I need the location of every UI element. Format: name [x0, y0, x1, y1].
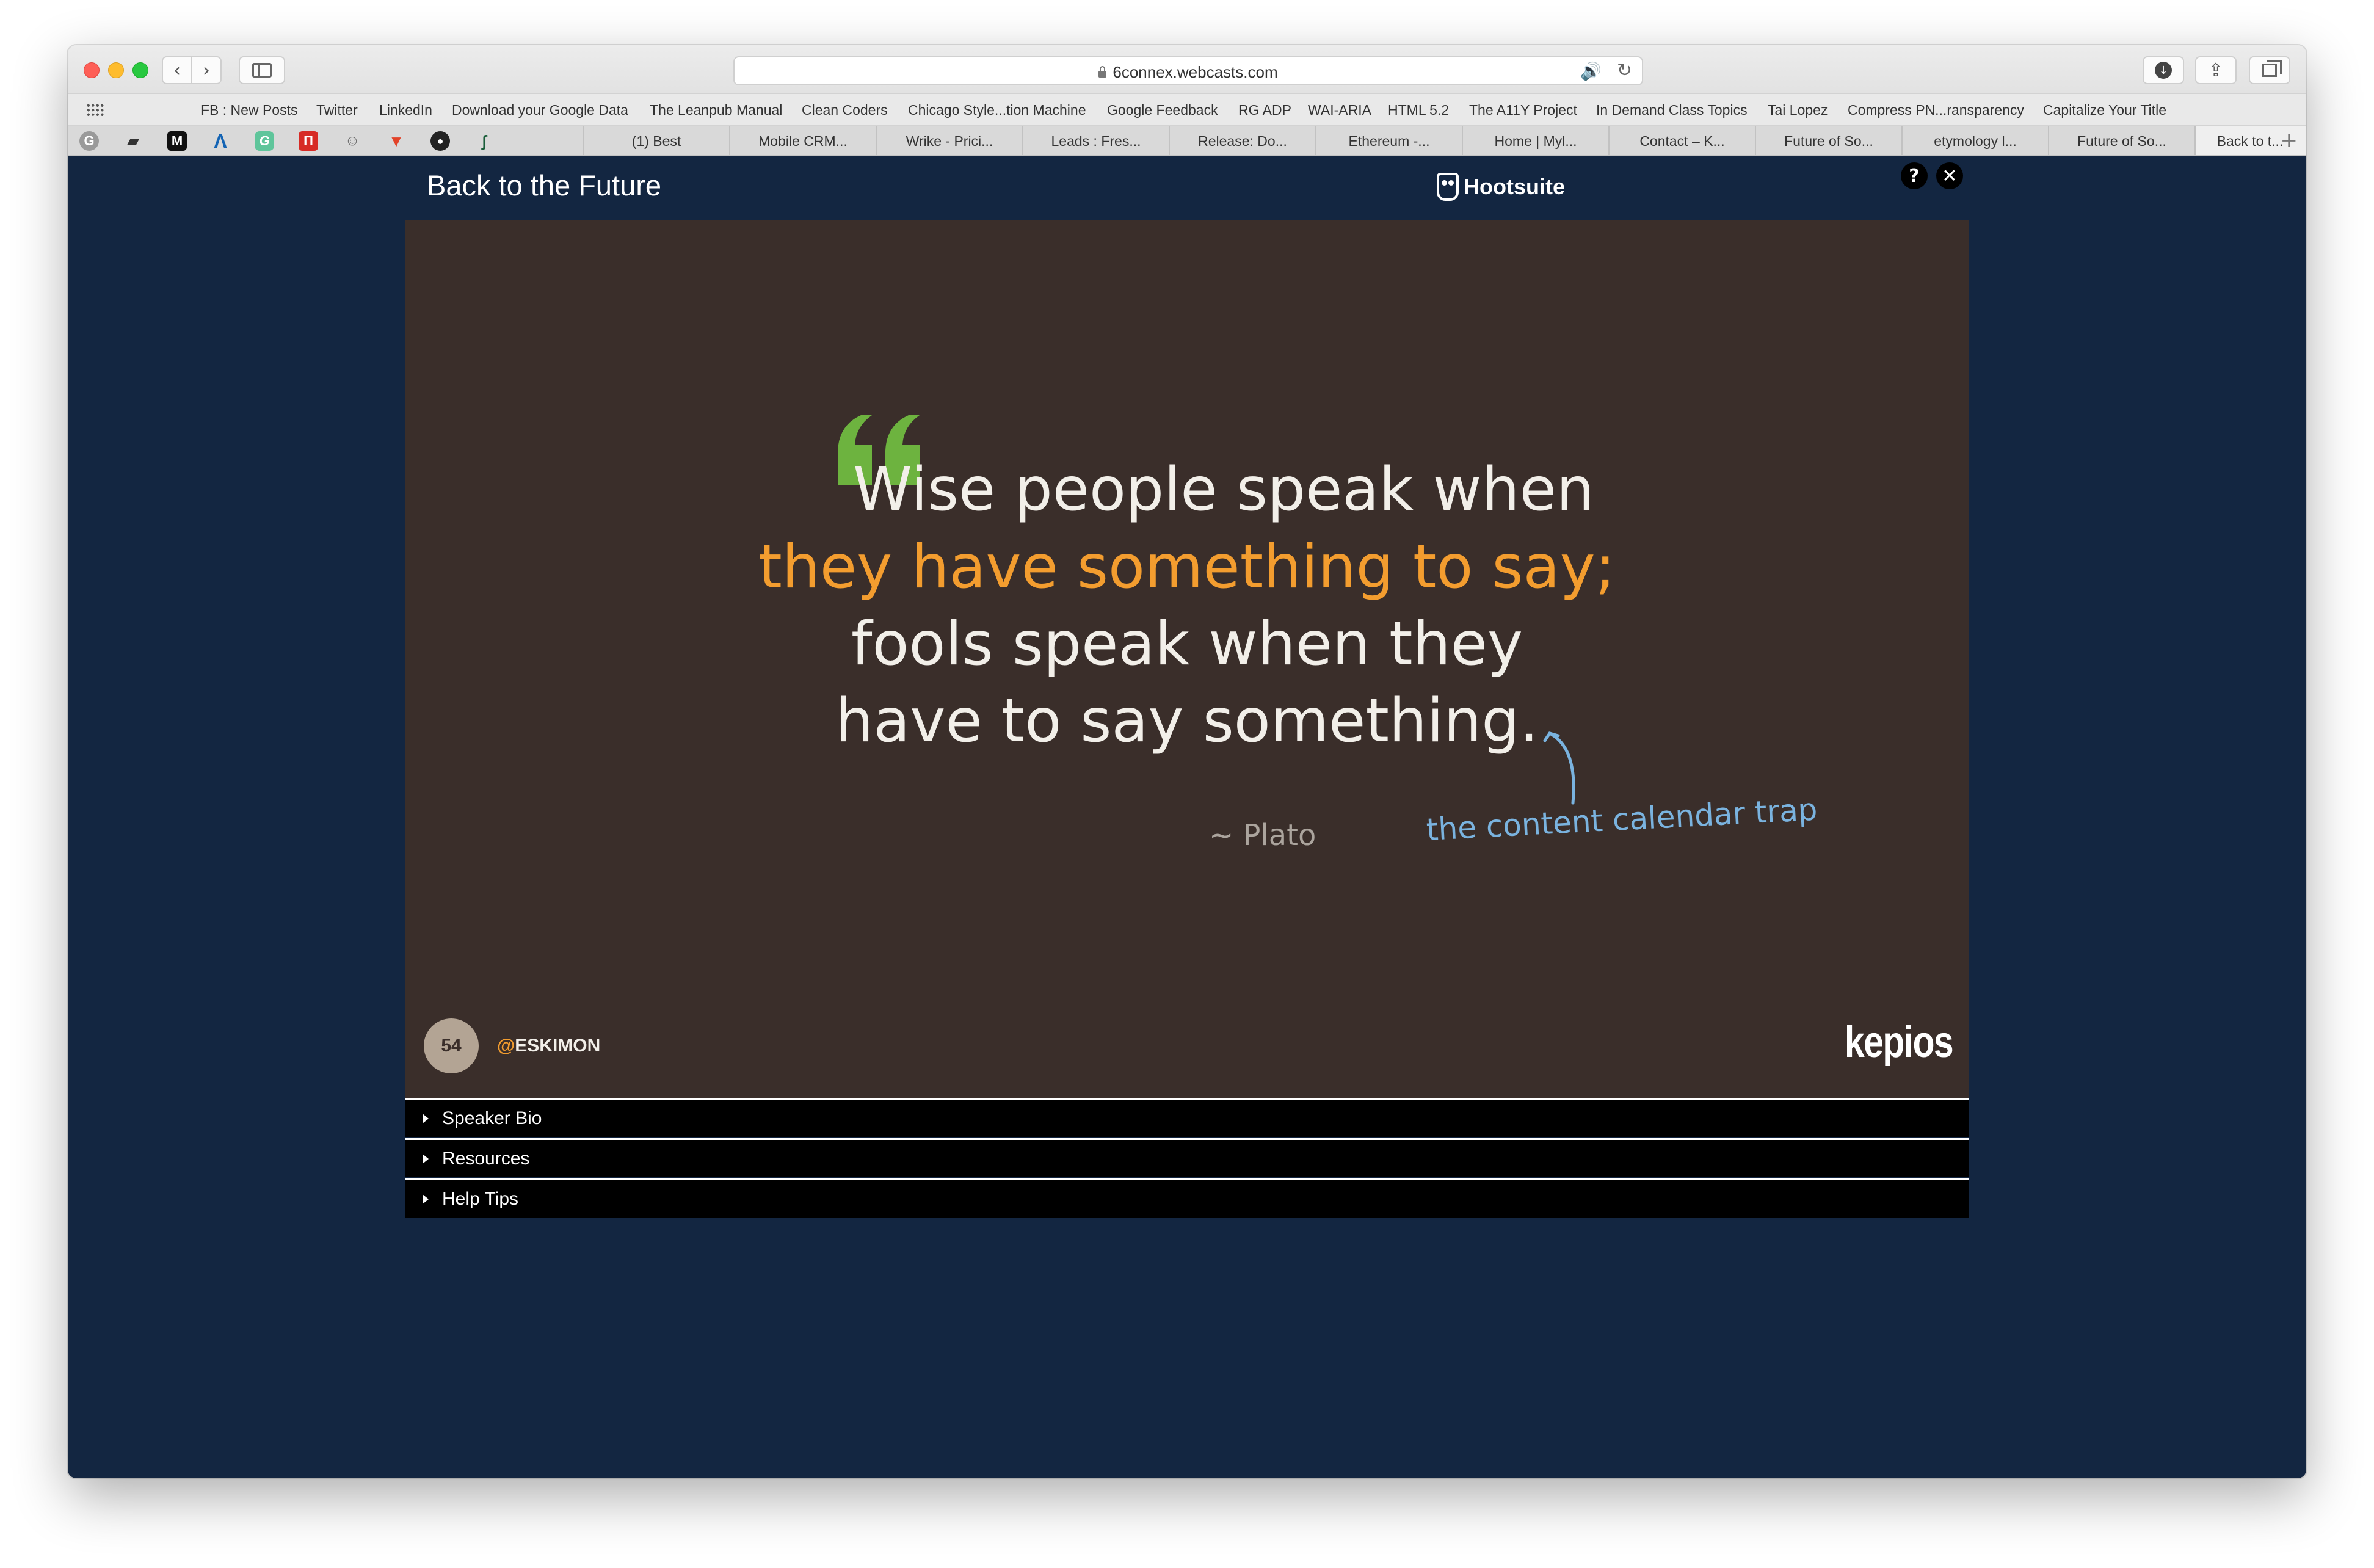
share-button[interactable]: ⇪: [2195, 56, 2237, 84]
minimize-window-button[interactable]: [108, 62, 124, 78]
bookmark-in-demand[interactable]: In Demand Class Topics: [1596, 102, 1748, 118]
bookmark-compress-png[interactable]: Compress PN...ransparency: [1848, 102, 2024, 118]
gitlab-icon[interactable]: ▼: [387, 131, 406, 151]
grammarly-icon[interactable]: G: [79, 131, 99, 151]
quote-line-4: have to say something.: [835, 686, 1539, 756]
forward-button[interactable]: ›: [191, 56, 222, 84]
chevron-right-icon: ›: [203, 59, 210, 81]
disclosure-triangle-icon: [423, 1154, 429, 1164]
resources-toggle[interactable]: Resources: [405, 1138, 1969, 1177]
kepios-logo: kepios: [1844, 1018, 1954, 1067]
bookmark-chicago-style[interactable]: Chicago Style...tion Machine: [908, 102, 1086, 118]
grammarly-g-icon[interactable]: G: [255, 131, 274, 151]
bookmark-capitalize-title[interactable]: Capitalize Your Title: [2043, 102, 2166, 118]
bookmark-a11y-project[interactable]: The A11Y Project: [1469, 102, 1577, 118]
quote-line-1: Wise people speak when: [853, 455, 1594, 524]
speaker-bio-toggle[interactable]: Speaker Bio: [405, 1098, 1969, 1137]
tab-2[interactable]: Wrike - Prici...: [876, 126, 1022, 155]
browser-toolbar: ‹ › 6connex.webcasts.com 🔊 ↻ ↓ ⇪: [68, 45, 2306, 94]
slide-number-badge: 54: [424, 1018, 479, 1073]
download-icon: ↓: [2155, 62, 2172, 79]
medium-icon[interactable]: M: [167, 131, 187, 151]
quote-line-3: fools speak when they: [851, 609, 1523, 679]
quote-line-2: they have something to say;: [758, 532, 1616, 602]
presentation-slide: Wise people speak when they have somethi…: [405, 220, 1969, 1098]
bookmark-html52[interactable]: HTML 5.2: [1388, 102, 1449, 118]
quote-attribution: ~ Plato: [1209, 818, 1316, 852]
close-window-button[interactable]: [84, 62, 100, 78]
page-title: Back to the Future: [427, 169, 662, 201]
bookmark-leanpub[interactable]: The Leanpub Manual: [650, 102, 782, 118]
disclosure-triangle-icon: [423, 1194, 429, 1204]
bookmark-rg-adp[interactable]: RG ADP: [1238, 102, 1291, 118]
bookmark-clean-coders[interactable]: Clean Coders: [802, 102, 888, 118]
bookmarks-bar: FB : New Posts Twitter LinkedIn Download…: [68, 94, 2306, 126]
sidebar-icon: [252, 63, 272, 78]
back-button[interactable]: ‹: [162, 56, 192, 84]
bookmark-tai-lopez[interactable]: Tai Lopez: [1768, 102, 1828, 118]
github-icon[interactable]: ●: [430, 131, 450, 151]
autodesk-icon[interactable]: Λ: [211, 130, 230, 152]
tab-8[interactable]: Future of So...: [1755, 126, 1901, 155]
zoom-window-button[interactable]: [132, 62, 148, 78]
bookmark-wai-aria[interactable]: WAI-ARIA: [1308, 102, 1371, 118]
speaker-bio-label: Speaker Bio: [442, 1108, 542, 1128]
bookmark-google-data[interactable]: Download your Google Data: [452, 102, 628, 118]
address-bar[interactable]: 6connex.webcasts.com 🔊 ↻: [733, 56, 1643, 85]
apps-grid-icon[interactable]: [86, 103, 104, 117]
help-tips-label: Help Tips: [442, 1189, 519, 1209]
brand-text: Hootsuite: [1464, 174, 1565, 199]
handle-text: ESKIMON: [515, 1036, 601, 1056]
reload-icon[interactable]: ↻: [1617, 60, 1632, 81]
help-button[interactable]: ?: [1901, 162, 1928, 189]
tab-0[interactable]: (1) Best: [583, 126, 729, 155]
downloads-button[interactable]: ↓: [2143, 56, 2184, 84]
lock-icon: [1098, 66, 1107, 78]
bookmark-google-feedback[interactable]: Google Feedback: [1107, 102, 1218, 118]
tab-5[interactable]: Ethereum -...: [1315, 126, 1462, 155]
bookmark-linkedin[interactable]: LinkedIn: [379, 102, 432, 118]
hootsuite-logo: Hootsuite: [1437, 169, 1565, 205]
sidebar-toggle-button[interactable]: [239, 56, 285, 84]
help-tips-toggle[interactable]: Help Tips: [405, 1178, 1969, 1218]
close-button[interactable]: ✕: [1936, 162, 1963, 189]
handle-at-symbol: @: [497, 1036, 515, 1056]
chevron-left-icon: ‹: [173, 59, 181, 81]
bookmark-fb-new-posts[interactable]: FB : New Posts: [201, 102, 297, 118]
author-handle: @ESKIMON: [497, 1036, 600, 1056]
tab-active-label: Back to t...: [2216, 133, 2284, 149]
tab-9[interactable]: etymology l...: [1901, 126, 2048, 155]
new-tab-icon[interactable]: +: [2281, 128, 2298, 153]
disclosure-triangle-icon: [423, 1114, 429, 1123]
owl-icon: [1437, 173, 1459, 201]
tab-6[interactable]: Home | Myl...: [1462, 126, 1608, 155]
resources-label: Resources: [442, 1149, 530, 1169]
browser-window: ‹ › 6connex.webcasts.com 🔊 ↻ ↓ ⇪ FB : Ne…: [68, 45, 2306, 1478]
bookmark-twitter[interactable]: Twitter: [316, 102, 358, 118]
todoist-icon[interactable]: П: [299, 131, 318, 151]
alien-icon[interactable]: ☺: [343, 131, 362, 151]
tab-7[interactable]: Contact – K...: [1608, 126, 1755, 155]
tab-overview-button[interactable]: [2249, 56, 2290, 84]
tab-strip: G ▰ M Λ G П ☺ ▼ ● ʃ (1) Best Mobile CRM.…: [68, 126, 2306, 156]
tab-overview-icon: [2262, 60, 2282, 77]
audio-playing-icon[interactable]: 🔊: [1580, 61, 1602, 81]
slide-annotation: the content calendar trap: [1425, 791, 1818, 848]
fancy-icon[interactable]: ʃ: [474, 131, 494, 151]
tab-4[interactable]: Release: Do...: [1169, 126, 1315, 155]
url-text: 6connex.webcasts.com: [1113, 63, 1278, 81]
tab-1[interactable]: Mobile CRM...: [729, 126, 876, 155]
tab-3[interactable]: Leads : Fres...: [1022, 126, 1169, 155]
webcast-page: Back to the Future Hootsuite ? ✕ Wise pe…: [68, 156, 2306, 1478]
reader-icon[interactable]: ▰: [123, 131, 143, 151]
tab-10[interactable]: Future of So...: [2048, 126, 2194, 155]
share-icon: ⇪: [2208, 59, 2224, 81]
